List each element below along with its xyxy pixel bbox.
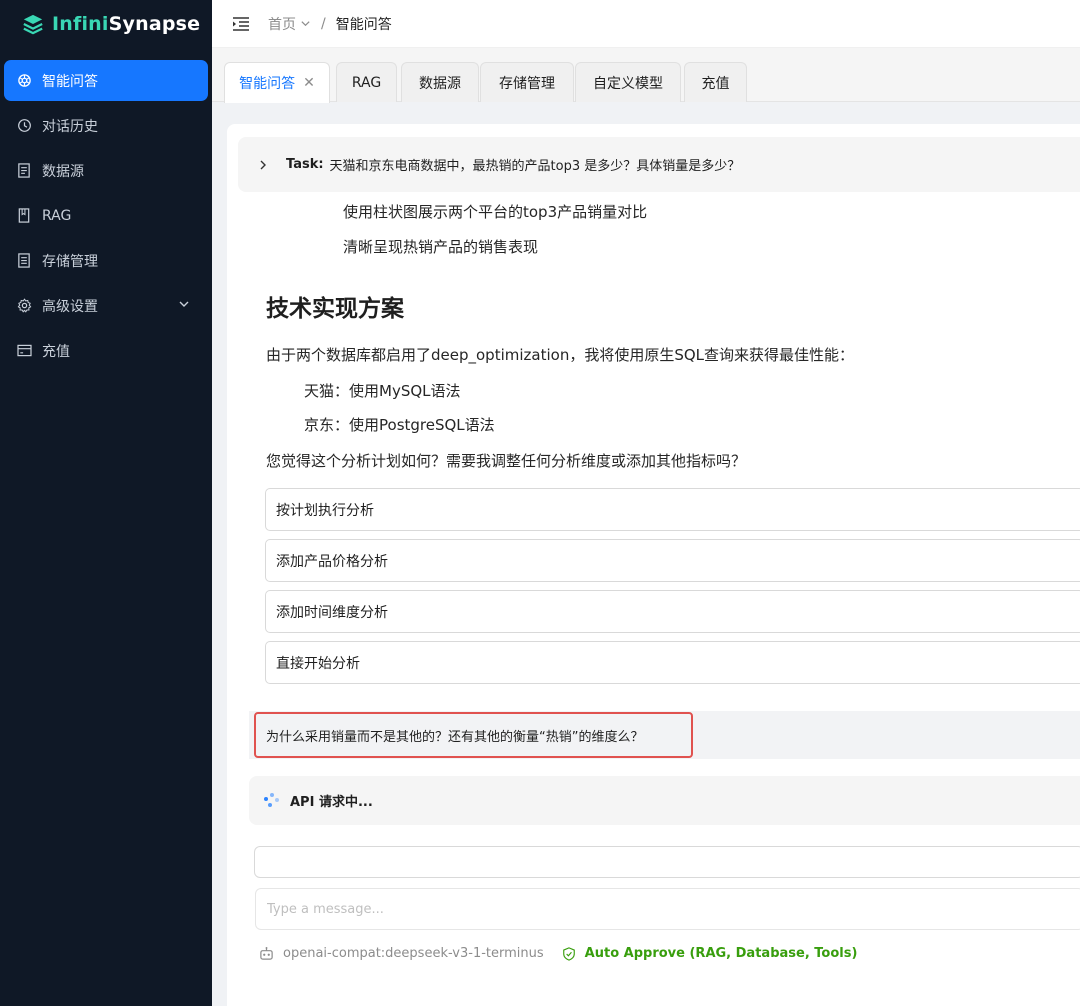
- storage-icon: [16, 253, 32, 269]
- option-button[interactable]: 按计划执行分析: [265, 488, 1080, 531]
- chevron-down-icon: [179, 301, 189, 307]
- tab-custom-model[interactable]: 自定义模型: [575, 62, 681, 102]
- sidebar-item-label: 存储管理: [42, 253, 98, 270]
- list-item: 天猫：使用MySQL语法: [304, 382, 461, 400]
- book-icon: [16, 208, 32, 224]
- tab-datasource[interactable]: 数据源: [401, 62, 479, 102]
- openai-icon: [16, 73, 32, 89]
- option-button[interactable]: 添加产品价格分析: [265, 539, 1080, 582]
- list-item: 清晰呈现热销产品的销售表现: [343, 238, 539, 256]
- close-icon[interactable]: ✕: [303, 75, 315, 91]
- list-item: 使用柱状图展示两个平台的top3产品销量对比: [343, 203, 648, 221]
- user-message: 为什么采用销量而不是其他的？还有其他的衡量“热销”的维度么？: [254, 712, 693, 758]
- layers-icon: [23, 14, 43, 35]
- chevron-down-icon[interactable]: [300, 18, 311, 29]
- sidebar-item-label: 数据源: [42, 163, 84, 180]
- api-status: API 请求中...: [249, 776, 1080, 825]
- sidebar-item-history[interactable]: 对话历史: [4, 105, 208, 146]
- shield-check-icon: [562, 946, 575, 961]
- sidebar-item-label: RAG: [42, 207, 72, 224]
- robot-icon: [260, 946, 273, 960]
- tab-label: RAG: [351, 74, 382, 91]
- chevron-right-icon[interactable]: [258, 160, 268, 170]
- task-label: Task:: [286, 157, 324, 172]
- sidebar-item-label: 对话历史: [42, 118, 98, 135]
- sidebar-item-datasource[interactable]: 数据源: [4, 150, 208, 191]
- brand-name-part1: Infini: [52, 13, 109, 35]
- secondary-input[interactable]: [254, 846, 1080, 878]
- settings-icon: [16, 298, 32, 314]
- menu-fold-icon[interactable]: [232, 16, 250, 32]
- list-item: 京东：使用PostgreSQL语法: [304, 416, 495, 434]
- sidebar-item-label: 充值: [42, 343, 70, 360]
- sidebar-item-smart-qa[interactable]: 智能问答: [4, 60, 208, 101]
- tab-recharge[interactable]: 充值: [684, 62, 747, 102]
- option-button[interactable]: 直接开始分析: [265, 641, 1080, 684]
- auto-approve-toggle[interactable]: Auto Approve (RAG, Database, Tools): [585, 946, 858, 961]
- paragraph: 您觉得这个分析计划如何？需要我调整任何分析维度或添加其他指标吗？: [266, 452, 747, 470]
- tab-label: 存储管理: [499, 75, 555, 92]
- brand-name: InfiniSynapse: [52, 13, 200, 35]
- tab-label: 自定义模型: [593, 75, 663, 92]
- tab-bar: 智能问答 ✕ RAG 数据源 存储管理 自定义模型 充值: [212, 48, 1080, 103]
- message-input[interactable]: [255, 888, 1080, 930]
- loading-spinner-icon: [263, 792, 281, 810]
- tab-label: 充值: [701, 75, 730, 92]
- sidebar-item-recharge[interactable]: 充值: [4, 330, 208, 371]
- tab-label: 数据源: [419, 75, 461, 92]
- sidebar-nav: 智能问答 对话历史 数据源 RAG 存储管理 高级设置 充值: [0, 60, 212, 371]
- section-heading: 技术实现方案: [266, 296, 404, 322]
- sidebar-item-advanced-settings[interactable]: 高级设置: [4, 285, 208, 326]
- sidebar: InfiniSynapse 智能问答 对话历史 数据源 RAG 存储管理 高级设…: [0, 0, 212, 1006]
- breadcrumb-current: 智能问答: [335, 16, 392, 33]
- brand-name-part2: Synapse: [108, 13, 201, 35]
- clock-icon: [16, 118, 32, 134]
- user-message-row: 为什么采用销量而不是其他的？还有其他的衡量“热销”的维度么？: [249, 711, 1080, 759]
- option-button[interactable]: 添加时间维度分析: [265, 590, 1080, 633]
- top-header: 首页 / 智能问答: [212, 0, 1080, 48]
- model-name[interactable]: openai-compat:deepseek-v3-1-terminus: [283, 946, 544, 961]
- paragraph: 由于两个数据库都启用了deep_optimization，我将使用原生SQL查询…: [266, 346, 855, 364]
- chat-panel: Task: 天猫和京东电商数据中，最热销的产品top3 是多少？具体销量是多少？…: [227, 124, 1080, 1006]
- tab-smart-qa[interactable]: 智能问答 ✕: [224, 62, 330, 103]
- api-status-text: API 请求中...: [290, 795, 373, 810]
- logo[interactable]: InfiniSynapse: [0, 0, 212, 48]
- document-icon: [16, 163, 32, 179]
- composer-footer: openai-compat:deepseek-v3-1-terminus Aut…: [259, 946, 857, 961]
- breadcrumb-separator: /: [321, 15, 326, 32]
- sidebar-item-storage[interactable]: 存储管理: [4, 240, 208, 281]
- task-header[interactable]: Task: 天猫和京东电商数据中，最热销的产品top3 是多少？具体销量是多少？: [238, 137, 1080, 192]
- sidebar-item-label: 智能问答: [42, 73, 98, 90]
- tab-storage[interactable]: 存储管理: [480, 62, 574, 102]
- sidebar-item-rag[interactable]: RAG: [4, 195, 208, 236]
- task-text: 天猫和京东电商数据中，最热销的产品top3 是多少？具体销量是多少？: [329, 159, 741, 174]
- sidebar-item-label: 高级设置: [42, 298, 98, 315]
- tab-label: 智能问答: [239, 76, 296, 92]
- breadcrumb-home[interactable]: 首页: [268, 14, 296, 34]
- card-icon: [16, 343, 32, 359]
- tab-rag[interactable]: RAG: [336, 62, 397, 102]
